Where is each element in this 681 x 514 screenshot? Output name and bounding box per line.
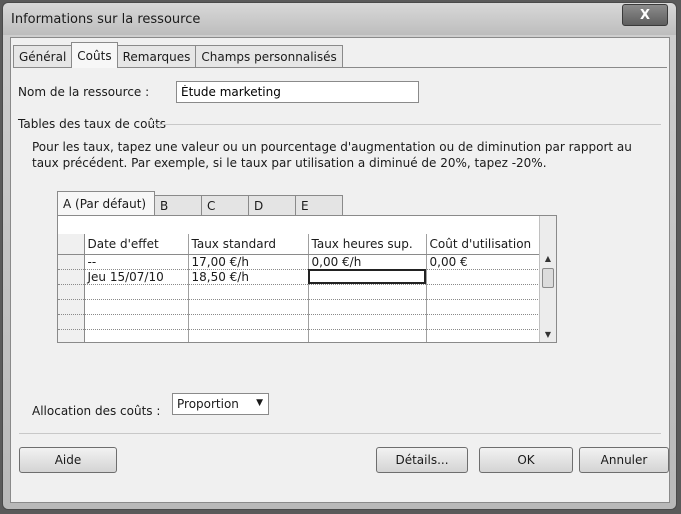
rate-table-tabs: A (Par défaut) B C D E — [57, 191, 343, 215]
table-cell[interactable]: Jeu 15/07/10 — [84, 269, 189, 285]
row-header-corner — [58, 234, 85, 255]
column-header[interactable]: Taux heures sup. — [308, 234, 427, 255]
dropdown-caret-icon: ▼ — [256, 398, 263, 408]
table-cell[interactable] — [84, 284, 189, 300]
scroll-thumb[interactable] — [542, 268, 554, 288]
tab-general[interactable]: Général — [13, 45, 73, 68]
rate-tab-c[interactable]: C — [201, 195, 249, 215]
column-header[interactable]: Coût d'utilisation — [426, 234, 545, 255]
resource-name-input[interactable] — [176, 81, 419, 103]
table-cell[interactable] — [308, 329, 427, 342]
table-cell[interactable] — [308, 314, 427, 330]
row-header[interactable] — [58, 329, 85, 342]
section-divider — [151, 124, 661, 125]
selected-table-cell[interactable] — [308, 269, 427, 285]
table-row: -- 17,00 €/h 0,00 €/h 0,00 € — [58, 254, 545, 270]
table-cell[interactable] — [426, 299, 545, 315]
ok-button-label: OK — [517, 453, 535, 467]
tab-strip: Général Coûts Remarques Champs personnal… — [13, 42, 343, 68]
table-cell[interactable] — [308, 284, 427, 300]
close-button[interactable]: X — [622, 4, 668, 26]
table-cell[interactable] — [84, 314, 189, 330]
rate-tab-label: B — [160, 198, 169, 213]
table-cell[interactable] — [426, 269, 545, 285]
rate-tab-b[interactable]: B — [154, 195, 202, 215]
close-icon: X — [639, 7, 651, 23]
scroll-down-arrow-icon[interactable]: ▼ — [540, 326, 556, 342]
cost-allocation-label: Allocation des coûts : — [32, 404, 161, 418]
table-cell[interactable] — [426, 314, 545, 330]
column-header[interactable]: Taux standard — [188, 234, 309, 255]
rate-tab-label: D — [254, 198, 264, 213]
table-cell[interactable]: 0,00 € — [426, 254, 545, 270]
table-cell[interactable]: -- — [84, 254, 189, 270]
table-cell[interactable] — [84, 299, 189, 315]
table-cell[interactable]: 0,00 €/h — [308, 254, 427, 270]
table-cell[interactable] — [188, 284, 309, 300]
tab-label: Remarques — [122, 50, 191, 64]
help-button[interactable]: Aide — [19, 447, 117, 473]
cost-allocation-value: Proportion — [177, 397, 239, 411]
cancel-button[interactable]: Annuler — [579, 447, 669, 473]
tab-label: Coûts — [77, 48, 112, 63]
button-divider — [19, 433, 661, 434]
dialog-body: Général Coûts Remarques Champs personnal… — [10, 37, 670, 503]
tab-notes[interactable]: Remarques — [116, 45, 197, 68]
help-text: Pour les taux, tapez une valeur ou un po… — [32, 140, 632, 170]
table-row — [58, 284, 545, 300]
row-header[interactable] — [58, 269, 85, 285]
table-row — [58, 299, 545, 315]
tab-label: Général — [19, 50, 67, 64]
scroll-up-arrow-icon[interactable]: ▲ — [540, 250, 556, 266]
row-header[interactable] — [58, 284, 85, 300]
table-header-row: Date d'effet Taux standard Taux heures s… — [58, 234, 545, 255]
resource-info-dialog: Informations sur la ressource X Général … — [2, 2, 677, 510]
rate-tab-label: A (Par défaut) — [63, 196, 147, 211]
vertical-scrollbar[interactable]: ▲ ▼ — [539, 216, 556, 342]
row-header[interactable] — [58, 299, 85, 315]
table-cell[interactable] — [84, 329, 189, 342]
rate-table: Date d'effet Taux standard Taux heures s… — [58, 234, 545, 342]
cost-tables-label: Tables des taux de coûts — [18, 117, 167, 131]
rate-tab-a[interactable]: A (Par défaut) — [57, 191, 155, 215]
table-cell[interactable]: 18,50 €/h — [188, 269, 309, 285]
dialog-title: Informations sur la ressource — [11, 12, 201, 27]
table-cell[interactable] — [188, 299, 309, 315]
resource-name-label: Nom de la ressource : — [18, 85, 150, 99]
table-cell[interactable]: 17,00 €/h — [188, 254, 309, 270]
table-row: Jeu 15/07/10 18,50 €/h — [58, 269, 545, 285]
tab-label: Champs personnalisés — [201, 50, 337, 64]
table-row — [58, 314, 545, 330]
table-cell[interactable] — [308, 299, 427, 315]
table-cell[interactable] — [426, 284, 545, 300]
details-button-label: Détails... — [395, 453, 449, 467]
table-cell[interactable] — [188, 314, 309, 330]
tab-costs[interactable]: Coûts — [71, 42, 118, 68]
help-button-label: Aide — [54, 453, 82, 467]
column-header[interactable]: Date d'effet — [84, 234, 189, 255]
rate-tab-d[interactable]: D — [248, 195, 296, 215]
rate-tab-e[interactable]: E — [295, 195, 343, 215]
details-button[interactable]: Détails... — [376, 447, 468, 473]
cost-allocation-select[interactable]: Proportion ▼ — [172, 393, 269, 415]
ok-button[interactable]: OK — [479, 447, 573, 473]
title-bar: Informations sur la ressource X — [3, 3, 676, 35]
row-header[interactable] — [58, 314, 85, 330]
table-row — [58, 329, 545, 342]
rate-tab-label: C — [207, 198, 216, 213]
row-header[interactable] — [58, 254, 85, 270]
tab-custom-fields[interactable]: Champs personnalisés — [195, 45, 343, 68]
rate-tab-label: E — [301, 198, 309, 213]
cancel-button-label: Annuler — [600, 453, 648, 467]
table-cell[interactable] — [426, 329, 545, 342]
table-cell[interactable] — [188, 329, 309, 342]
cost-rate-grid: Date d'effet Taux standard Taux heures s… — [57, 215, 557, 343]
